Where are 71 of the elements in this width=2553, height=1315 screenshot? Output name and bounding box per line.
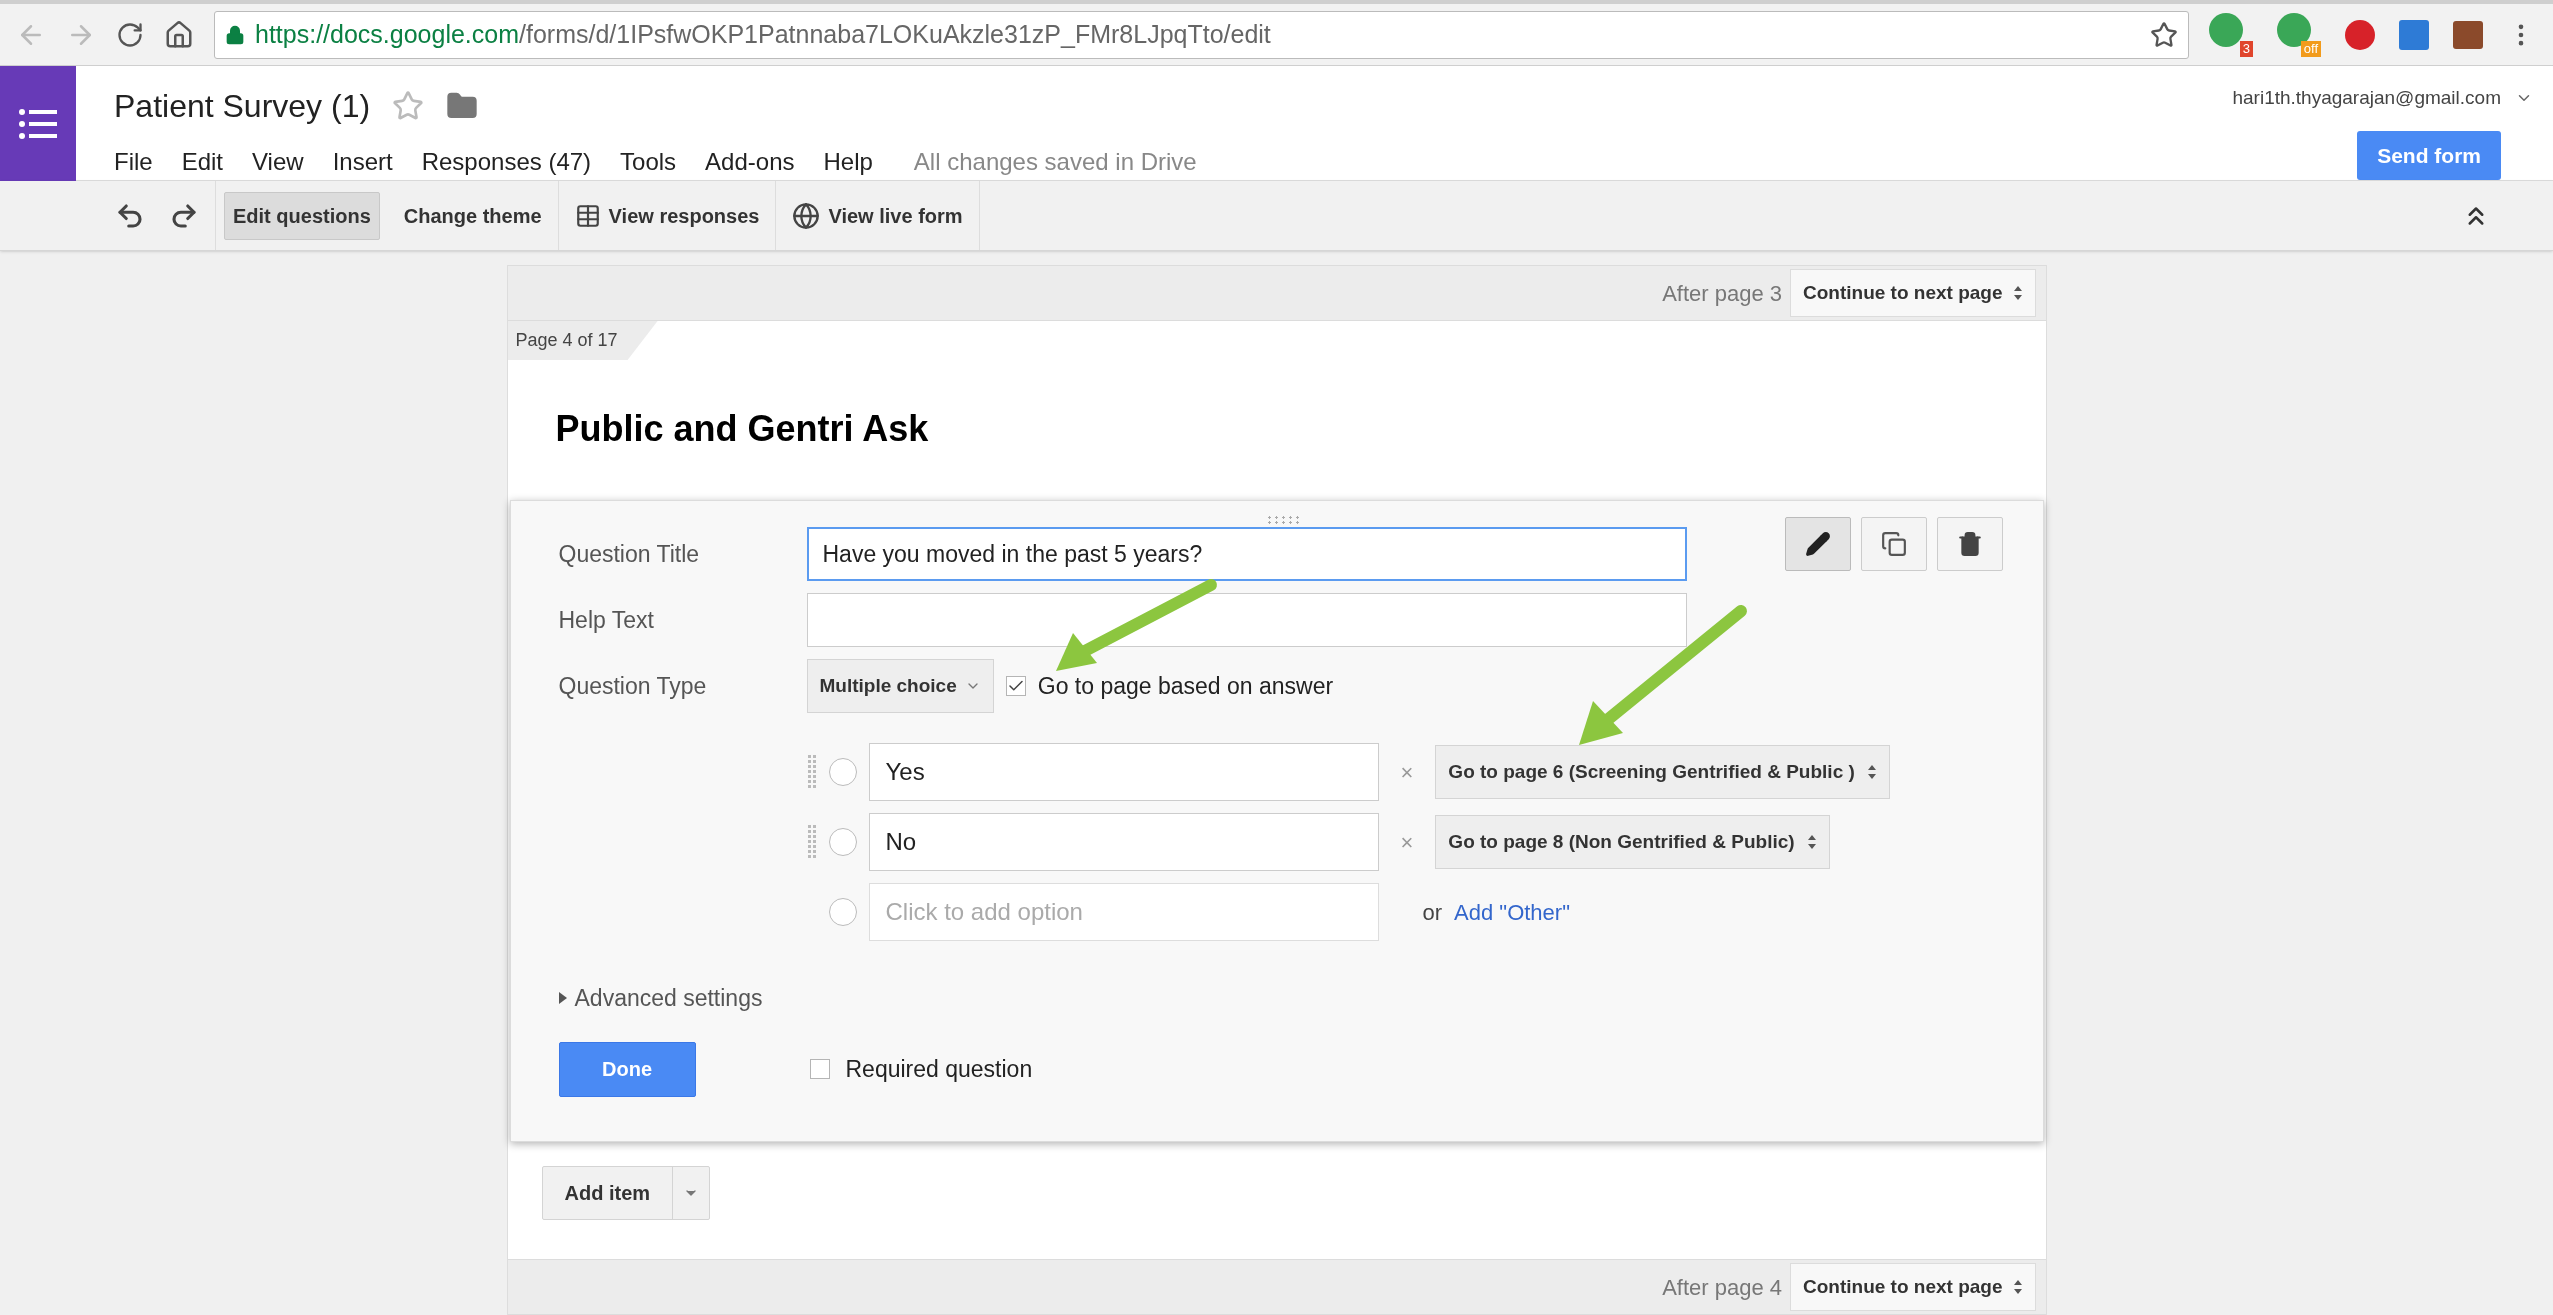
star-icon[interactable]	[392, 90, 425, 122]
page-target-select[interactable]: Go to page 6 (Screening Gentrified & Public )	[1435, 745, 1890, 799]
drag-handle-icon[interactable]	[806, 824, 817, 860]
sort-arrows-icon	[2012, 1279, 2023, 1295]
menu-item[interactable]: Add-ons	[705, 144, 795, 180]
field-label: Question Type	[558, 671, 708, 701]
extension-icon[interactable]	[2399, 19, 2429, 50]
radio-icon	[828, 828, 857, 856]
navigation-select[interactable]: Continue to next page	[1790, 269, 2036, 317]
edit-button[interactable]	[1784, 517, 1851, 571]
drag-handle-icon[interactable]	[806, 754, 817, 790]
advanced-settings-toggle[interactable]: Advanced settings	[574, 981, 763, 1016]
sort-arrows-icon	[1866, 764, 1877, 780]
page-target-select[interactable]: Go to page 8 (Non Gentrified & Public)	[1435, 815, 1830, 869]
toolbar-tab[interactable]: Change theme	[395, 191, 550, 240]
sort-arrows-icon	[2012, 285, 2023, 301]
help-text-field[interactable]	[806, 593, 1687, 647]
menu-item[interactable]: View	[252, 144, 304, 180]
option-field[interactable]: Yes	[868, 743, 1379, 801]
bookmark-star-icon[interactable]	[2150, 20, 2178, 49]
option-field[interactable]: No	[868, 813, 1379, 871]
or-text: or	[1422, 898, 1443, 927]
add-other-link[interactable]: Add "Other"	[1454, 895, 1570, 929]
document-title[interactable]: Patient Survey (1)	[114, 82, 371, 130]
required-checkbox[interactable]	[809, 1059, 830, 1079]
pencil-icon	[1804, 531, 1831, 557]
menu-item[interactable]: Help	[823, 144, 873, 180]
url-text: https://docs.google.com/forms/d/1IPsfwOKP1Patnnaba7LOKuAkzle31zP_FMr8LJpqTto/edit	[255, 18, 1272, 50]
radio-icon	[828, 898, 857, 926]
globe-icon	[792, 201, 821, 230]
add-option-field[interactable]: Click to add option	[868, 883, 1379, 941]
field-label: Help Text	[558, 605, 655, 635]
lock-icon	[225, 24, 245, 45]
save-status: All changes saved in Drive	[913, 147, 1197, 177]
address-bar[interactable]: https://docs.google.com/forms/d/1IPsfwOKP1Patnnaba7LOKuAkzle31zP_FMr8LJpqTto/edit	[214, 10, 2189, 59]
add-item-label[interactable]: Add item	[542, 1166, 674, 1219]
menu-item[interactable]: Responses (47)	[421, 144, 592, 180]
extension-icon[interactable]	[2453, 20, 2483, 49]
expand-triangle-icon[interactable]	[558, 992, 567, 1005]
page-title: Public and Gentri Ask	[555, 407, 930, 451]
copy-icon	[1880, 531, 1907, 557]
extension-badge: off	[2300, 40, 2321, 57]
menu-item[interactable]: Tools	[620, 144, 677, 180]
menu-item[interactable]: Insert	[332, 144, 393, 180]
sort-arrows-icon	[1806, 834, 1817, 850]
radio-icon	[828, 758, 857, 786]
checkbox-label: Required question	[845, 1054, 1033, 1084]
go-to-page-checkbox[interactable]	[1005, 676, 1026, 696]
add-item-button[interactable]: Add item	[541, 1165, 711, 1220]
delete-button[interactable]	[1936, 517, 2003, 571]
extension-badge: 3	[2239, 40, 2253, 57]
table-icon	[574, 202, 601, 229]
checkbox-label: Go to page based on answer	[1037, 671, 1334, 701]
reload-icon[interactable]	[116, 20, 144, 49]
home-icon[interactable]	[164, 19, 194, 50]
menu-item[interactable]: File	[114, 144, 153, 180]
duplicate-button[interactable]	[1860, 517, 1927, 571]
trash-icon	[1956, 531, 1983, 557]
navigation-label: After page 3	[1662, 279, 1782, 308]
field-label: Question Title	[558, 539, 701, 569]
toolbar-tab[interactable]: Edit questions	[224, 191, 380, 240]
navigation-label: After page 4	[1662, 1273, 1782, 1302]
account-email[interactable]: hari1th.thyagarajan@gmail.com	[2232, 84, 2501, 113]
toolbar-tab[interactable]: View live form	[784, 191, 971, 240]
navigation-select[interactable]: Continue to next page	[1790, 1263, 2036, 1311]
question-type-dropdown[interactable]: Multiple choice	[806, 659, 994, 713]
toolbar-tab[interactable]: View responses	[566, 191, 768, 240]
menu-item[interactable]: Edit	[181, 144, 224, 180]
question-title-field[interactable]: Have you moved in the past 5 years?	[806, 527, 1687, 581]
forms-logo-icon[interactable]	[0, 66, 76, 181]
extension-icon[interactable]	[2345, 19, 2375, 50]
